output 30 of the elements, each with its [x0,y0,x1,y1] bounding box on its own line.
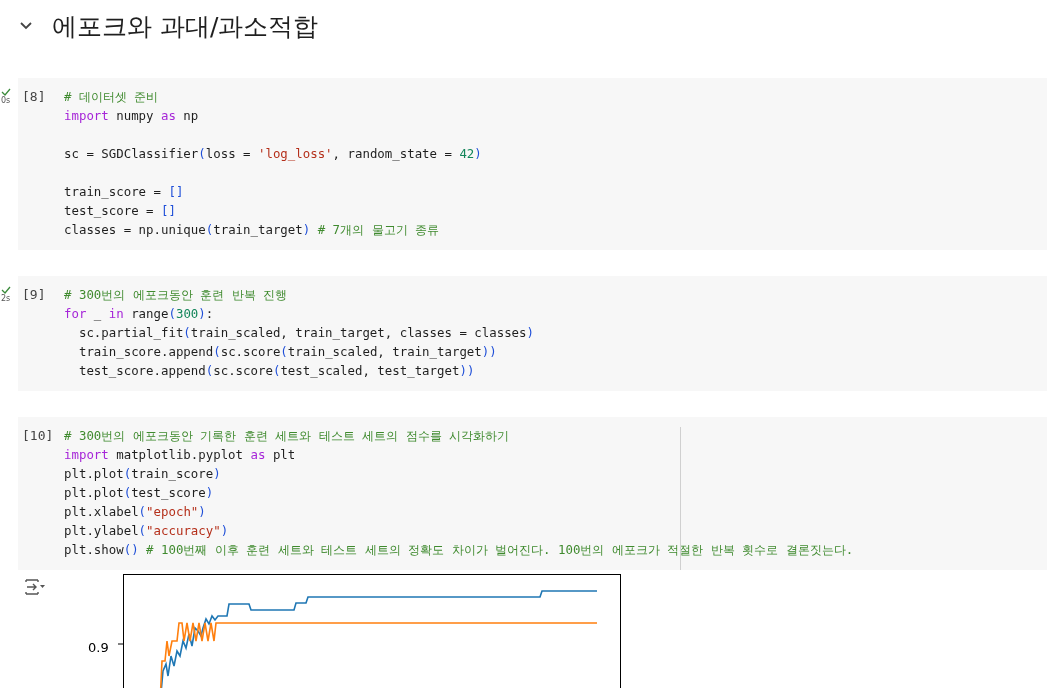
code-line: train_score.append(sc.score(train_scaled, train_target)) [77,343,498,361]
code-line: classes = np.unique(train_target) # 7개의 물고기 종류 [64,221,440,239]
execution-count: [8] [22,88,47,106]
code-line: plt.show() # 100번째 이후 훈련 세트와 테스트 세트의 정확도 차이가 벌어진다. 100번의 에포크가 적절한 반복 횟수로 결론짓는다. [64,541,854,559]
code-line: test_score = [] [64,202,177,220]
code-line: for _ in range(300): [64,305,215,323]
code-line: plt.ylabel("accuracy") [64,522,230,540]
y-tick-label: 0.9 [88,640,109,655]
code-line: # 데이터셋 준비 [64,88,160,106]
tick-mark [117,643,124,645]
run-time: 2s [1,294,11,303]
code-cell[interactable]: [8] # 데이터셋 준비 import numpy as np sc = SGDClassifier(loss = 'log_loss', random_state = 42) train_score = [] test_score = [] classes = np.unique(train_target) # 7개의 물고기 종류 [18,78,1047,250]
code-line: sc = SGDClassifier(loss = 'log_loss', random_state = 42) [64,145,482,163]
code-line: import numpy as np [64,107,200,125]
chevron-icon[interactable] [20,22,32,30]
code-line: # 300번의 에포크동안 기록한 훈련 세트와 테스트 세트의 점수를 시각화하기 [64,427,510,445]
code-line: test_score.append(sc.score(test_scaled, test_target)) [77,362,476,380]
code-cell[interactable] [18,417,1047,570]
code-line: plt.plot(test_score) [64,484,215,502]
code-line: import matplotlib.pyplot as plt [64,446,297,464]
code-line: plt.plot(train_score) [64,465,222,483]
execution-count: [10] [22,427,55,445]
section-title: 에포크와 과대/과소적합 [52,10,319,43]
execution-count: [9] [22,286,47,304]
code-line: plt.xlabel("epoch") [64,503,207,521]
output-toggle-icon[interactable] [24,578,46,596]
code-line: train_score = [] [64,183,185,201]
code-line: # 300번의 에포크동안 훈련 반복 진행 [64,286,289,304]
code-line: sc.partial_fit(train_scaled, train_target, classes = classes) [77,324,534,342]
run-time: 0s [1,96,11,105]
